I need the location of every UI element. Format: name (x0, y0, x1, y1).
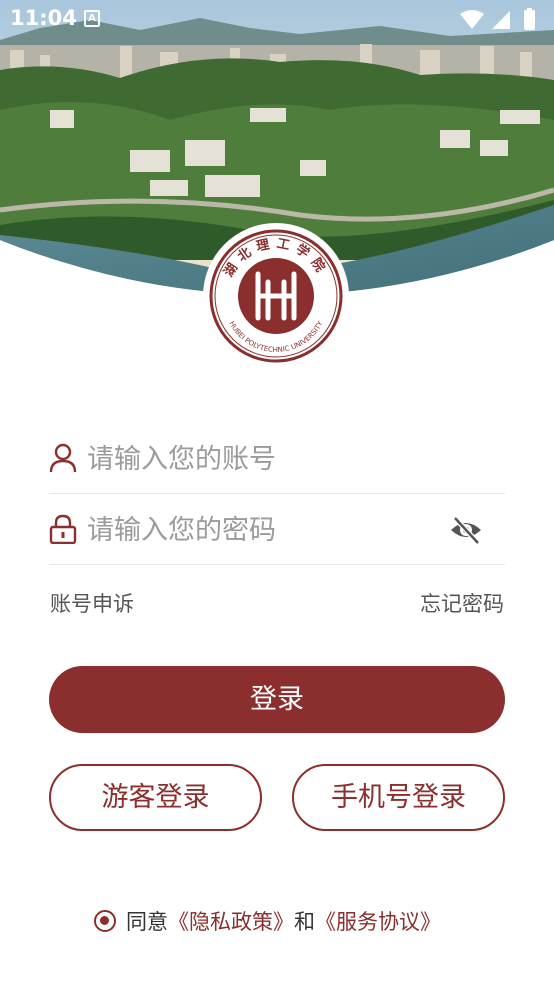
agreement-row: 同意 《隐私政策》 和 《服务协议》 (94, 906, 441, 936)
account-input[interactable] (87, 438, 447, 480)
signal-icon (492, 11, 510, 29)
forgot-password-link[interactable]: 忘记密码 (420, 588, 504, 618)
battery-icon (524, 10, 535, 30)
university-seal-icon: 湖北理工学院 HUBEI POLYTECHNIC UNIVERSITY (202, 222, 350, 370)
wifi-icon (460, 10, 484, 29)
password-input[interactable] (87, 509, 447, 551)
account-row (49, 424, 505, 494)
status-time: 11:04 (10, 6, 77, 30)
status-icons (460, 8, 535, 30)
service-agreement-link[interactable]: 《服务协议》 (315, 906, 441, 936)
guest-login-button[interactable]: 游客登录 (49, 764, 262, 831)
text-a-icon: A (84, 10, 100, 27)
agree-radio[interactable] (94, 910, 116, 932)
agree-and: 和 (294, 910, 315, 934)
user-icon (49, 443, 77, 473)
password-row (49, 495, 505, 565)
agree-prefix: 同意 (126, 910, 168, 934)
account-appeal-link[interactable]: 账号申诉 (50, 588, 134, 618)
privacy-policy-link[interactable]: 《隐私政策》 (168, 906, 294, 936)
eye-off-icon[interactable] (449, 514, 483, 546)
lock-icon (49, 514, 77, 544)
login-button[interactable]: 登录 (49, 666, 505, 733)
status-bar: 11:04 A (0, 0, 554, 38)
phone-login-button[interactable]: 手机号登录 (292, 764, 505, 831)
